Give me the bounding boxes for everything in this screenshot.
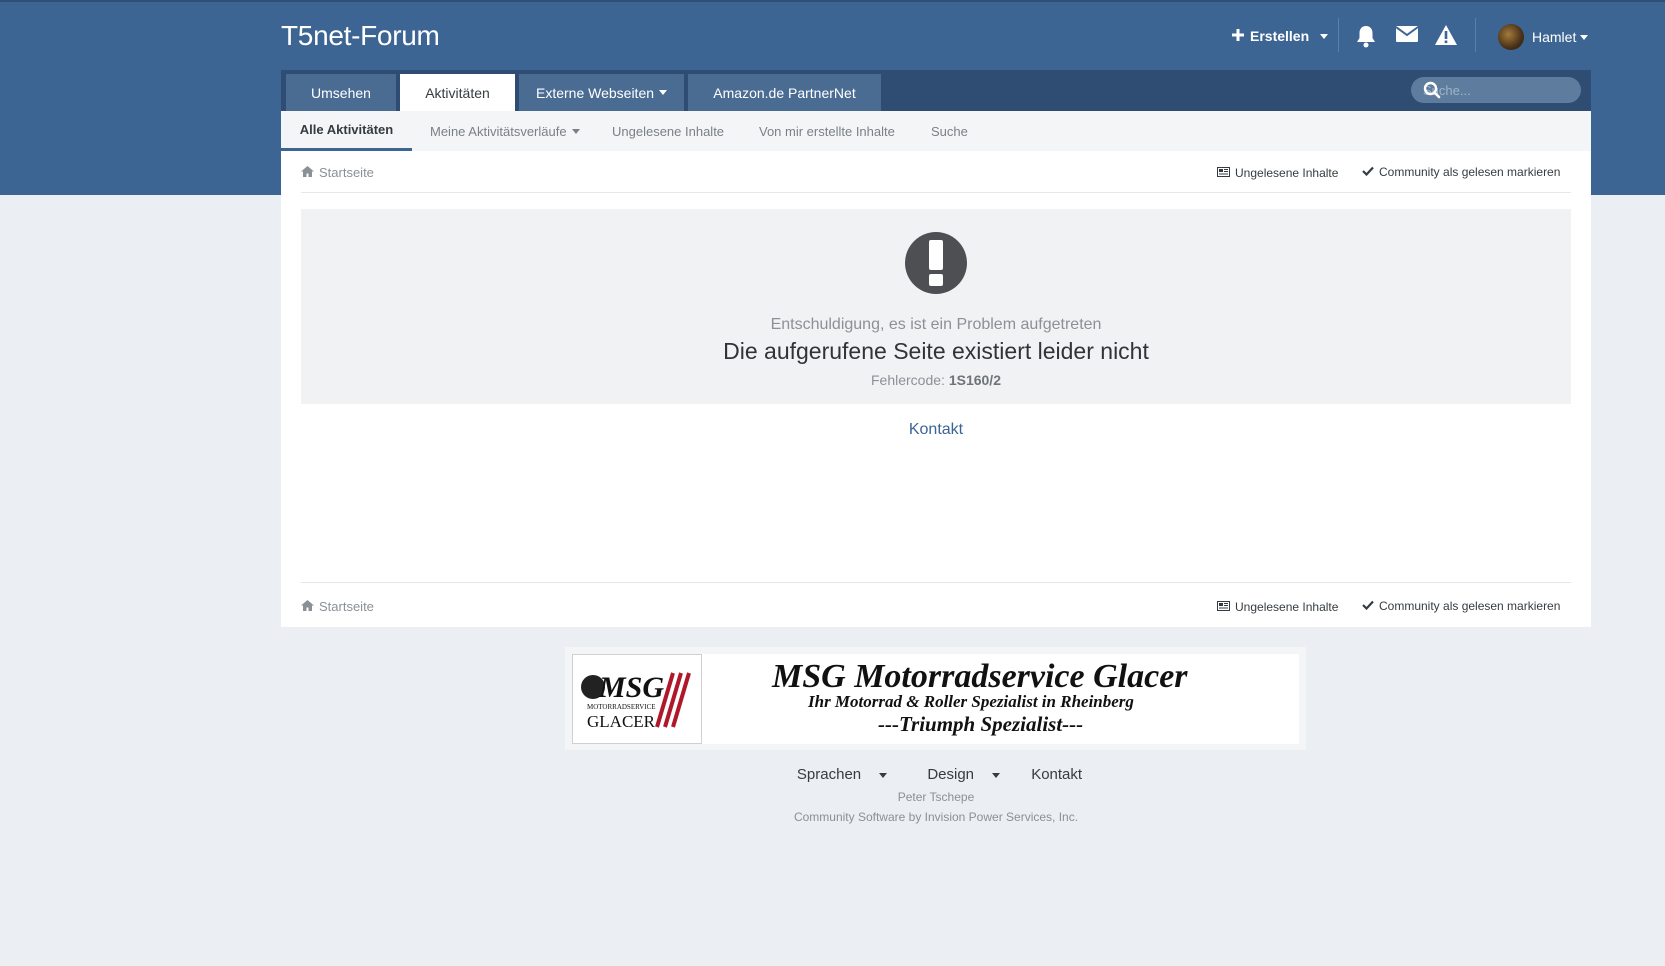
ad-logo-text: MSG [598, 671, 664, 704]
user-menu[interactable]: Hamlet [1498, 24, 1589, 50]
divider [1475, 18, 1476, 52]
unread-content-link[interactable]: Ungelesene Inhalte [1217, 166, 1338, 180]
warning-icon[interactable] [1434, 24, 1458, 48]
search-input[interactable]: Suche... [1411, 77, 1581, 103]
username: Hamlet [1532, 29, 1577, 45]
breadcrumb-home[interactable]: Startseite [319, 165, 374, 180]
mark-community-read[interactable]: Community als gelesen markieren [1362, 599, 1560, 613]
home-icon [301, 599, 314, 614]
newspaper-icon [1217, 166, 1230, 180]
chevron-down-icon [659, 90, 668, 95]
breadcrumb[interactable]: Startseite [301, 165, 374, 180]
divider [301, 582, 1571, 583]
bell-icon[interactable] [1355, 24, 1379, 48]
main-content: Startseite Ungelesene Inhalte Community … [281, 151, 1591, 627]
sub-nav: Alle Aktivitäten Meine Aktivitätsverläuf… [281, 111, 1591, 151]
subnav-my-content[interactable]: Von mir erstellte Inhalte [759, 111, 895, 151]
divider [1338, 18, 1339, 52]
breadcrumb[interactable]: Startseite [301, 599, 374, 614]
exclamation-icon [905, 232, 967, 294]
avatar [1498, 24, 1524, 50]
newspaper-icon [1217, 600, 1230, 614]
ad-title: MSG Motorradservice Glacer [772, 658, 1188, 695]
chevron-down-icon [992, 772, 1001, 778]
main-nav: Umsehen Aktivitäten Externe Webseiten Am… [281, 70, 1591, 111]
subnav-search[interactable]: Suche [931, 111, 968, 151]
footer-contact-link[interactable]: Kontakt [1031, 766, 1082, 783]
breadcrumb-home[interactable]: Startseite [319, 599, 374, 614]
tab-amazon-partnernet[interactable]: Amazon.de PartnerNet [688, 74, 881, 111]
search-icon[interactable] [1423, 81, 1571, 102]
ad-logo-name: GLACER [587, 712, 656, 731]
chevron-down-icon [571, 128, 580, 134]
chevron-down-icon [1580, 34, 1589, 40]
chevron-down-icon [879, 772, 888, 778]
subnav-my-activity-streams[interactable]: Meine Aktivitätsverläufe [430, 111, 580, 151]
ad-tagline: ---Triumph Spezialist--- [878, 712, 1084, 736]
error-subtitle: Entschuldigung, es ist ein Problem aufge… [770, 316, 1102, 333]
error-message: Die aufgerufene Seite existiert leider n… [723, 338, 1149, 364]
tab-externe-webseiten[interactable]: Externe Webseiten [519, 74, 684, 111]
ad-logo-sub: MOTORRADSERVICE [587, 703, 656, 711]
divider [301, 192, 1571, 193]
chevron-down-icon [1320, 33, 1329, 39]
subnav-unread-content[interactable]: Ungelesene Inhalte [612, 111, 724, 151]
error-box: Entschuldigung, es ist ein Problem aufge… [301, 209, 1571, 404]
create-label: Erstellen [1250, 28, 1310, 44]
tab-umsehen[interactable]: Umsehen [286, 74, 396, 111]
home-icon [301, 165, 314, 180]
footer-software-link[interactable]: Community Software by Invision Power Ser… [0, 810, 1665, 824]
create-button[interactable]: Erstellen [1232, 28, 1329, 44]
tab-aktivitaeten[interactable]: Aktivitäten [400, 74, 515, 111]
contact-link[interactable]: Kontakt [281, 421, 1591, 439]
envelope-icon[interactable] [1395, 24, 1419, 48]
mark-community-read[interactable]: Community als gelesen markieren [1362, 165, 1560, 179]
languages-menu[interactable]: Sprachen [788, 766, 896, 783]
design-menu[interactable]: Design [918, 766, 1009, 783]
error-code-value: 1S160/2 [948, 372, 1001, 388]
check-icon [1362, 599, 1374, 613]
ad-subtitle: Ihr Motorrad & Roller Spezialist in Rhei… [808, 692, 1134, 711]
footer-owner: Peter Tschepe [897, 790, 975, 804]
check-icon [1362, 165, 1374, 179]
error-code: Fehlercode: 1S160/2 [871, 372, 1001, 388]
ad-logo: MSG MOTORRADSERVICE GLACER [572, 654, 702, 744]
ad-banner[interactable]: MSG MOTORRADSERVICE GLACER MSG Motorrads… [565, 647, 1306, 750]
unread-content-link[interactable]: Ungelesene Inhalte [1217, 600, 1338, 614]
footer-links: Sprachen Design Kontakt [0, 766, 1665, 783]
plus-icon [1232, 28, 1244, 44]
site-title[interactable]: T5net-Forum [281, 20, 440, 52]
subnav-all-activity[interactable]: Alle Aktivitäten [281, 111, 412, 151]
